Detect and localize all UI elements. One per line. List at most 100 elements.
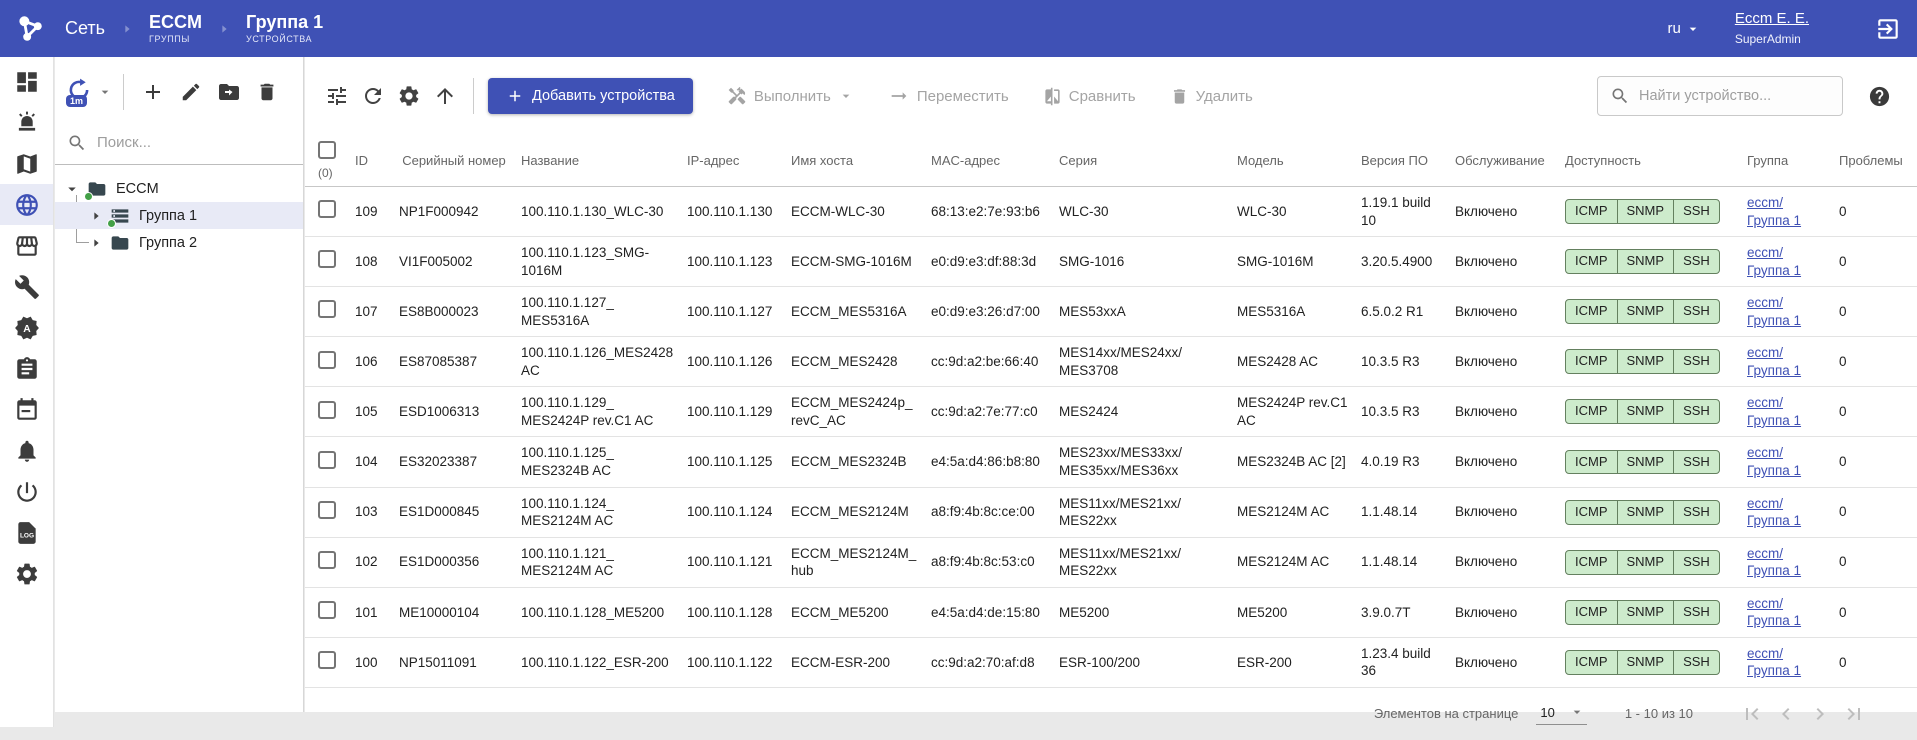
chevron-down-icon[interactable] — [97, 84, 113, 105]
next-page-button[interactable] — [1803, 697, 1837, 731]
move-button[interactable]: Переместить — [888, 85, 1009, 107]
column-header[interactable]: Имя хоста — [791, 135, 931, 186]
cell-id: 100 — [355, 637, 399, 687]
row-checkbox[interactable] — [318, 351, 336, 369]
delete-button[interactable]: Удалить — [1170, 87, 1253, 106]
first-page-button[interactable] — [1735, 697, 1769, 731]
row-checkbox[interactable] — [318, 651, 336, 669]
filter-button[interactable] — [319, 78, 355, 114]
sidebar-item-settings[interactable] — [0, 553, 53, 594]
sidebar-item-logs[interactable] — [0, 512, 53, 553]
cell-select — [305, 186, 355, 236]
sidebar-item-calendar[interactable] — [0, 389, 53, 430]
table-settings-button[interactable] — [391, 78, 427, 114]
sidebar-item-tasks[interactable] — [0, 348, 53, 389]
column-header[interactable]: Серийный номер — [399, 135, 521, 186]
tree-node-group1[interactable]: Группа 1 — [55, 202, 303, 229]
row-checkbox[interactable] — [318, 551, 336, 569]
cell-firmware: 3.20.5.4900 — [1361, 237, 1455, 287]
sidebar-item-notifications[interactable] — [0, 430, 53, 471]
sidebar-item-monitoring[interactable] — [0, 471, 53, 512]
tree-node-eccm[interactable]: ECCM — [55, 175, 303, 202]
help-button[interactable] — [1868, 85, 1891, 108]
sidebar-item-roles[interactable] — [0, 307, 53, 348]
sidebar-item-alarms[interactable] — [0, 102, 53, 143]
group-link[interactable]: eccm/Группа 1 — [1747, 245, 1801, 278]
availability-badge: ICMP — [1566, 451, 1617, 474]
caret-right-icon[interactable] — [88, 235, 104, 251]
cell-group: eccm/Группа 1 — [1747, 387, 1839, 437]
row-checkbox[interactable] — [318, 200, 336, 218]
group-link[interactable]: eccm/Группа 1 — [1747, 195, 1801, 228]
group-link[interactable]: eccm/Группа 1 — [1747, 345, 1801, 378]
sidebar-item-dashboard[interactable] — [0, 61, 53, 102]
availability-badge: ICMP — [1566, 200, 1617, 223]
column-header[interactable]: Проблемы — [1839, 135, 1917, 186]
cell-ip: 100.110.1.124 — [687, 487, 791, 537]
row-checkbox[interactable] — [318, 601, 336, 619]
app-logo-icon[interactable] — [13, 12, 47, 46]
device-search-input[interactable] — [1639, 88, 1819, 104]
column-header[interactable]: ID — [355, 135, 399, 186]
caret-down-icon[interactable] — [63, 180, 81, 198]
group-link[interactable]: eccm/Группа 1 — [1747, 596, 1801, 629]
cell-group: eccm/Группа 1 — [1747, 587, 1839, 637]
column-header[interactable]: MAC-адрес — [931, 135, 1059, 186]
search-icon — [67, 133, 87, 153]
row-checkbox[interactable] — [318, 250, 336, 268]
tree-search-input[interactable] — [97, 134, 267, 151]
execute-button[interactable]: Выполнить — [727, 86, 854, 106]
sidebar-item-tools[interactable] — [0, 266, 53, 307]
user-name-link[interactable]: Eccm E. E. — [1735, 10, 1809, 28]
clipboard-icon — [14, 356, 40, 382]
cell-select — [305, 337, 355, 387]
refresh-button[interactable] — [355, 78, 391, 114]
device-group-icon — [110, 206, 130, 226]
breadcrumb-eccm[interactable]: ECCM ГРУППЫ — [149, 13, 202, 44]
table-row: 104ES32023387100.110.1.125_​MES2324B AC1… — [305, 437, 1917, 487]
group-link[interactable]: eccm/Группа 1 — [1747, 646, 1801, 679]
cell-series: ME5200 — [1059, 587, 1237, 637]
delete-group-button[interactable] — [248, 73, 286, 111]
last-page-button[interactable] — [1837, 697, 1871, 731]
column-header[interactable]: Версия ПО — [1361, 135, 1455, 186]
move-group-button[interactable] — [210, 73, 248, 111]
cell-maintenance: Включено — [1455, 237, 1565, 287]
tree-node-group2[interactable]: Группа 2 — [55, 229, 303, 256]
row-checkbox[interactable] — [318, 300, 336, 318]
column-header[interactable]: Доступность — [1565, 135, 1747, 186]
edit-group-button[interactable] — [172, 73, 210, 111]
row-checkbox[interactable] — [318, 451, 336, 469]
caret-right-icon[interactable] — [88, 208, 104, 224]
add-group-button[interactable] — [134, 73, 172, 111]
tree-node-label: Группа 2 — [139, 235, 197, 251]
column-header[interactable]: Группа — [1747, 135, 1839, 186]
column-header[interactable]: Модель — [1237, 135, 1361, 186]
row-checkbox[interactable] — [318, 401, 336, 419]
column-header[interactable]: Обслуживание — [1455, 135, 1565, 186]
add-devices-button[interactable]: Добавить устройства — [488, 78, 693, 114]
auto-refresh-button[interactable]: 1m — [65, 77, 95, 107]
breadcrumb-group1[interactable]: Группа 1 УСТРОЙСТВА — [246, 13, 323, 44]
select-all-checkbox[interactable] — [318, 141, 336, 159]
language-selector[interactable]: ru — [1667, 20, 1700, 37]
breadcrumb-network[interactable]: Сеть — [65, 19, 105, 38]
compare-button[interactable]: Сравнить — [1043, 87, 1136, 106]
search-icon — [1610, 86, 1630, 106]
sidebar-item-map[interactable] — [0, 143, 53, 184]
sidebar-item-network[interactable] — [0, 184, 53, 225]
group-link[interactable]: eccm/Группа 1 — [1747, 295, 1801, 328]
column-header[interactable]: Серия — [1059, 135, 1237, 186]
group-link[interactable]: eccm/Группа 1 — [1747, 546, 1801, 579]
page-size-select[interactable]: 10 — [1536, 702, 1586, 725]
row-checkbox[interactable] — [318, 501, 336, 519]
column-header[interactable]: Название — [521, 135, 687, 186]
previous-page-button[interactable] — [1769, 697, 1803, 731]
group-link[interactable]: eccm/Группа 1 — [1747, 496, 1801, 529]
column-header[interactable]: IP-адрес — [687, 135, 791, 186]
sidebar-item-firmware[interactable] — [0, 225, 53, 266]
group-link[interactable]: eccm/Группа 1 — [1747, 395, 1801, 428]
export-button[interactable] — [427, 78, 463, 114]
logout-button[interactable] — [1875, 16, 1901, 42]
group-link[interactable]: eccm/Группа 1 — [1747, 445, 1801, 478]
